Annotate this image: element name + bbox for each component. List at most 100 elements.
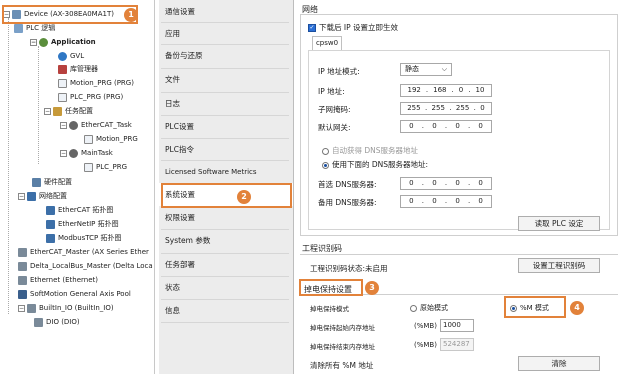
topology-icon [46, 219, 55, 229]
apply-after-download-checkbox[interactable]: ✓ 下载后 IP 设置立即生效 [308, 22, 398, 33]
menu-item-plc-commands[interactable]: PLC指令 [165, 138, 194, 162]
tree-hw-config[interactable]: 硬件配置 [32, 176, 72, 189]
plc-logic-icon [14, 23, 23, 33]
device-icon [18, 247, 27, 257]
tree-softmotion-pool[interactable]: SoftMotion General Axis Pool [18, 288, 131, 301]
dns-auto-radio[interactable]: 自动获得 DNS服务器地址 [322, 145, 418, 156]
library-icon [58, 64, 67, 74]
device-icon [27, 303, 36, 313]
dns-manual-radio[interactable]: 使用下面的 DNS服务器地址: [322, 159, 428, 170]
tree-plc-prg[interactable]: PLC_PRG (PRG) [58, 91, 123, 104]
retain-end-input: 524287 [440, 338, 474, 351]
tab-cpsw0[interactable]: cpsw0 [312, 36, 342, 50]
retain-start-input[interactable]: 1000 [440, 319, 474, 332]
tree-main-task[interactable]: − MainTask [60, 147, 113, 160]
menu-item-task-deploy[interactable]: 任务部署 [165, 253, 195, 277]
menu-item-permissions[interactable]: 权限设置 [165, 206, 195, 230]
clear-m-label: 清除所有 %M 地址 [310, 361, 374, 370]
topology-icon [46, 205, 55, 215]
collapse-icon[interactable]: − [30, 38, 37, 46]
dns2-field[interactable]: 0.0.0.0 [400, 195, 492, 208]
step-badge-4: 4 [570, 301, 584, 315]
clear-button[interactable]: 清除 [518, 356, 600, 371]
tree-motion-prg-call[interactable]: Motion_PRG [84, 133, 138, 146]
gateway-field[interactable]: 0.0.0.0 [400, 120, 492, 133]
ip-address-field[interactable]: 192. 168. 0. 10 [400, 84, 492, 97]
chevron-down-icon: ⌵ [441, 65, 447, 73]
menu-item-status[interactable]: 状态 [165, 276, 180, 300]
task-gear-icon [69, 120, 78, 130]
ip-mode-select[interactable]: 静态 ⌵ [400, 63, 452, 76]
checkmark-icon: ✓ [308, 24, 316, 32]
tree-application[interactable]: − Application [30, 36, 96, 49]
collapse-icon[interactable]: − [60, 149, 67, 157]
collapse-icon[interactable]: − [18, 192, 25, 200]
menu-item-backup-restore[interactable]: 备份与还原 [165, 44, 203, 68]
tree-ethernetip-topo[interactable]: EtherNetIP 拓扑图 [46, 218, 119, 231]
tree-builtin-io[interactable]: − BuiltIn_IO (BuiltIn_IO) [18, 302, 114, 315]
menu-item-info[interactable]: 信息 [165, 299, 180, 323]
task-config-icon [53, 106, 62, 116]
gvl-icon [58, 51, 67, 61]
menu-item-application[interactable]: 应用 [165, 22, 180, 46]
program-icon [84, 134, 93, 144]
tree-delta-localbus[interactable]: Delta_LocalBus_Master (Delta Loca [18, 260, 153, 273]
system-settings-content: 网络 ✓ 下载后 IP 设置立即生效 cpsw0 IP 地址模式: 静态 ⌵ IP… [296, 0, 623, 374]
tree-plc-prg-call[interactable]: PLC_PRG [84, 161, 127, 174]
menu-item-system-params[interactable]: System 参数 [165, 229, 210, 253]
project-id-status: 工程识别码状态:未启用 [310, 264, 388, 273]
highlight-m-mode [504, 296, 566, 318]
subnet-mask-field[interactable]: 255. 255. 255. 0 [400, 102, 492, 115]
step-badge-2: 2 [237, 190, 251, 204]
menu-item-licensed-metrics[interactable]: Licensed Software Metrics [165, 160, 257, 184]
tree-net-config[interactable]: − 网络配置 [18, 190, 67, 203]
hardware-icon [32, 177, 41, 187]
dns1-label: 首选 DNS服务器: [318, 180, 377, 189]
menu-item-log[interactable]: 日志 [165, 92, 180, 116]
tree-motion-prg[interactable]: Motion_PRG (PRG) [58, 77, 134, 90]
dns1-field[interactable]: 0.0.0.0 [400, 177, 492, 190]
task-gear-icon [69, 148, 78, 158]
dns2-label: 备用 DNS服务器: [318, 198, 377, 207]
tree-task-config[interactable]: − 任务配置 [44, 105, 93, 118]
project-id-title: 工程识别码 [302, 244, 342, 253]
collapse-icon[interactable]: − [18, 304, 25, 312]
menu-item-files[interactable]: 文件 [165, 68, 180, 92]
tree-ethercat-task[interactable]: − EtherCAT_Task [60, 119, 132, 132]
ip-label: IP 地址: [318, 87, 345, 96]
device-icon [18, 275, 27, 285]
highlight-system-settings [161, 183, 292, 208]
set-project-id-button[interactable]: 设置工程识别码 [518, 258, 600, 273]
program-icon [58, 78, 67, 88]
tree-dio[interactable]: DIO (DIO) [34, 316, 80, 329]
network-icon [27, 191, 36, 201]
program-icon [84, 162, 93, 172]
tree-ethernet[interactable]: Ethernet (Ethernet) [18, 274, 98, 287]
tree-gvl[interactable]: GVL [58, 50, 84, 63]
origin-mode-radio[interactable]: 原始模式 [410, 303, 448, 313]
collapse-icon[interactable]: − [44, 107, 51, 115]
collapse-icon[interactable]: − [60, 121, 67, 129]
tree-modbustcp-topo[interactable]: ModbusTCP 拓扑图 [46, 232, 122, 245]
axis-pool-icon [18, 289, 27, 299]
gateway-label: 默认网关: [318, 123, 351, 132]
retain-end-label: 掉电保持结束内存地址 [310, 343, 375, 351]
device-icon [18, 261, 27, 271]
step-badge-1: 1 [124, 8, 138, 22]
tree-library-manager[interactable]: 库管理器 [58, 63, 98, 76]
tree-ethercat-topo[interactable]: EtherCAT 拓扑图 [46, 204, 113, 217]
tree-ethercat-master[interactable]: EtherCAT_Master (AX Series Ether [18, 246, 149, 259]
retain-start-unit: (%MB) [414, 322, 437, 330]
mask-label: 子网掩码: [318, 105, 351, 114]
ip-mode-label: IP 地址模式: [318, 67, 360, 76]
radio-selected-icon [322, 161, 329, 169]
radio-icon [322, 147, 329, 155]
topology-icon [46, 233, 55, 243]
menu-item-plc-settings[interactable]: PLC设置 [165, 115, 194, 139]
device-icon [34, 317, 43, 327]
read-plc-settings-button[interactable]: 读取 PLC 设定 [518, 216, 600, 231]
highlight-retain-title [299, 279, 363, 296]
menu-item-comm-settings[interactable]: 通信设置 [165, 0, 195, 24]
settings-menu: 通信设置 应用 备份与还原 文件 日志 PLC设置 PLC指令 Licensed… [159, 0, 294, 374]
device-tree-panel: − Device (AX-308EA0MA1T) PLC 逻辑 − Applicat… [0, 0, 155, 374]
